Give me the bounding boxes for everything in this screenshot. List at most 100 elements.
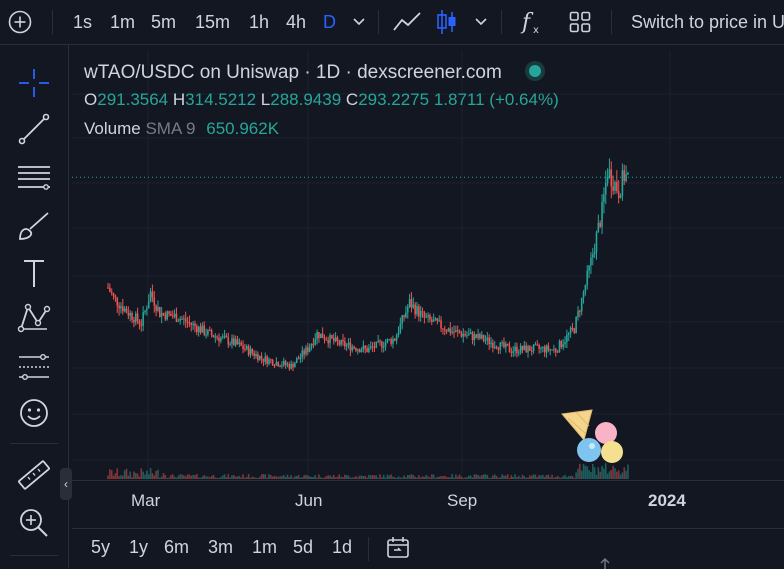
candles-icon[interactable]	[436, 8, 458, 36]
volume-bar	[295, 476, 298, 479]
volume-bar	[118, 476, 120, 479]
volume-bar	[369, 475, 372, 479]
volume-bar	[122, 475, 124, 479]
volume-bar	[381, 477, 383, 479]
high-label: H	[172, 90, 186, 109]
timeframe-d[interactable]: D	[323, 0, 336, 44]
candle-body	[159, 307, 161, 317]
ruler-icon[interactable]	[16, 457, 52, 493]
candle-body	[477, 333, 479, 338]
candle-body	[493, 346, 496, 348]
trend-line-icon[interactable]	[16, 111, 52, 147]
candle-body	[271, 360, 274, 366]
candle-body	[381, 341, 383, 348]
forecast-icon[interactable]	[16, 349, 52, 385]
volume-bar	[208, 477, 211, 479]
volume-bar	[157, 469, 159, 479]
timeframe-4h[interactable]: 4h	[286, 0, 306, 44]
candle-body	[475, 334, 478, 338]
volume-bar	[580, 470, 583, 479]
candle-body	[484, 340, 487, 342]
volume-bar	[345, 474, 348, 479]
brush-icon[interactable]	[16, 207, 52, 243]
indicators-icon[interactable]: f x	[520, 8, 544, 36]
candle-body	[590, 257, 592, 266]
time-axis[interactable]: Mar Jun Sep 2024	[72, 480, 784, 521]
candle-body	[168, 311, 170, 314]
range-5y[interactable]: 5y	[91, 537, 110, 558]
chevron-down-icon[interactable]	[352, 16, 366, 28]
candle-body	[131, 312, 133, 320]
volume-bar	[473, 474, 476, 479]
collapse-toolbar-button[interactable]: ‹	[60, 468, 72, 500]
candle-body	[562, 344, 564, 347]
chevron-down-icon[interactable]	[474, 16, 488, 28]
candle-body	[525, 345, 527, 353]
volume-bar	[627, 464, 629, 479]
timeframe-1h[interactable]: 1h	[249, 0, 269, 44]
smiley-icon[interactable]	[16, 395, 52, 431]
candle-body	[582, 291, 585, 298]
layout-grid-icon[interactable]	[569, 11, 591, 33]
scroll-up-icon[interactable]	[598, 557, 612, 569]
zoom-in-icon[interactable]	[16, 505, 52, 541]
volume-bar	[595, 474, 598, 479]
candle-body	[114, 295, 117, 298]
volume-bar	[527, 477, 529, 479]
candle-body	[368, 347, 370, 353]
timeframe-1m[interactable]: 1m	[110, 0, 135, 44]
timeframe-1s[interactable]: 1s	[73, 0, 92, 44]
candle-body	[362, 345, 365, 351]
xaxis-tick-label: Sep	[447, 491, 478, 510]
symbol-title[interactable]: wTAO/USDC on Uniswap · 1D · dexscreener.…	[84, 62, 502, 83]
volume-bar	[351, 477, 354, 479]
candle-body	[586, 270, 589, 286]
candle-body	[517, 352, 520, 354]
pattern-icon[interactable]	[16, 301, 52, 337]
switch-price-button[interactable]: Switch to price in U	[631, 0, 784, 44]
volume-bar	[499, 477, 502, 479]
candle-body	[410, 299, 413, 308]
volume-bar	[290, 475, 292, 479]
volume-bar	[468, 475, 470, 479]
range-3m[interactable]: 3m	[208, 537, 233, 558]
candle-body	[412, 304, 415, 308]
volume-bar	[606, 473, 609, 479]
volume-bar	[110, 470, 113, 479]
fib-retracement-icon[interactable]	[16, 159, 52, 195]
timeframe-5m[interactable]: 5m	[151, 0, 176, 44]
candle-body	[431, 319, 433, 322]
volume-bar	[268, 474, 270, 479]
volume-bar	[179, 474, 181, 479]
range-1d[interactable]: 1d	[332, 537, 352, 558]
candle-body	[392, 338, 394, 344]
volume-bar	[558, 477, 561, 479]
candle-body	[445, 330, 448, 332]
add-symbol-icon[interactable]	[8, 10, 32, 34]
crosshair-icon[interactable]	[16, 65, 52, 101]
candle-body	[208, 330, 211, 332]
volume-bar	[423, 476, 426, 479]
volume-bar	[614, 468, 616, 479]
range-1m[interactable]: 1m	[252, 537, 277, 558]
candle-body	[266, 356, 268, 364]
volume-bar	[566, 477, 568, 479]
volume-bar	[621, 472, 624, 479]
range-1y[interactable]: 1y	[129, 537, 148, 558]
volume-bar	[270, 475, 272, 479]
candle-body	[201, 325, 204, 333]
volume-bar	[521, 474, 524, 479]
candle-body	[310, 343, 313, 348]
volume-bar	[438, 476, 441, 479]
range-6m[interactable]: 6m	[164, 537, 189, 558]
timeframe-15m[interactable]: 15m	[195, 0, 230, 44]
range-5d[interactable]: 5d	[293, 537, 313, 558]
volume-bar	[142, 471, 144, 479]
line-chart-icon[interactable]	[392, 10, 422, 34]
candle-body	[236, 339, 239, 345]
volume-bar	[220, 477, 222, 479]
price-chart[interactable]	[72, 50, 784, 480]
text-tool-icon[interactable]	[16, 255, 52, 291]
candle-body	[429, 315, 431, 320]
go-to-date-icon[interactable]	[385, 535, 411, 561]
